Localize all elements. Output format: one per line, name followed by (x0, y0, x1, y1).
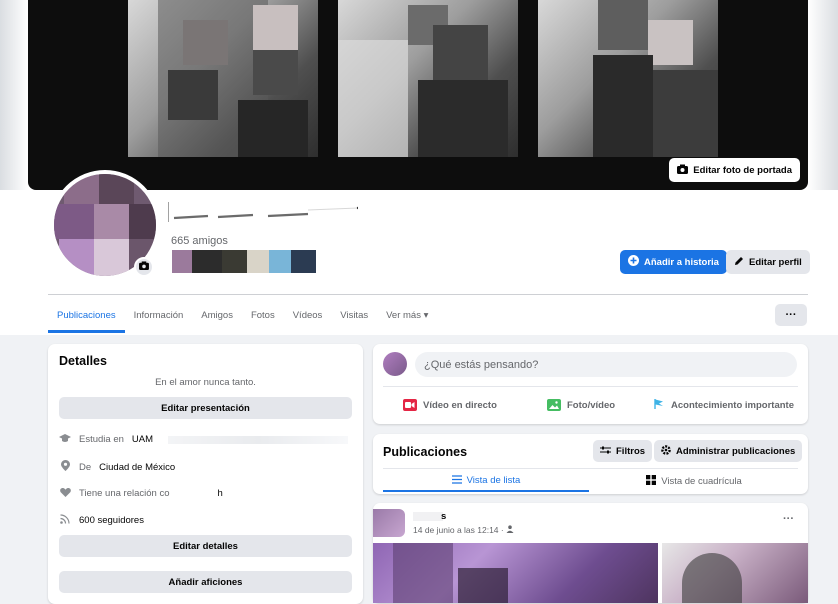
post-author-name[interactable]: s (441, 511, 446, 522)
pencil-icon (734, 256, 744, 269)
location-value[interactable]: Ciudad de México (99, 462, 175, 473)
page-shade-left (0, 0, 28, 190)
posts-header-card: Publicaciones Filtros Administrar public… (373, 434, 808, 494)
tab-publicaciones[interactable]: Publicaciones (48, 300, 125, 333)
tab-informacion[interactable]: Información (125, 300, 193, 330)
composer-input[interactable]: ¿Qué estás pensando? (415, 352, 797, 377)
composer-avatar[interactable] (383, 352, 407, 376)
followers-count[interactable]: 600 seguidores (79, 515, 144, 526)
add-hobbies-button[interactable]: Añadir aficiones (59, 571, 352, 593)
profile-tabs: Publicaciones Información Amigos Fotos V… (48, 300, 437, 334)
live-video-button[interactable]: Vídeo en directo (403, 394, 497, 416)
profile-name-redacted (167, 200, 360, 224)
friends-audience-icon (506, 525, 514, 535)
graduation-cap-icon (59, 433, 71, 446)
location-prefix: De (79, 461, 92, 473)
photo-video-button[interactable]: Foto/vídeo (547, 394, 615, 416)
friends-count[interactable]: 665 amigos (171, 235, 228, 247)
update-profile-picture-button[interactable] (134, 257, 154, 277)
edit-profile-button[interactable]: Editar perfil (726, 250, 810, 274)
edit-cover-photo-label: Editar foto de portada (693, 164, 792, 176)
bio-text: En el amor nunca tanto. (155, 377, 256, 388)
grid-view-tab[interactable]: Vista de cuadrícula (591, 471, 797, 492)
grid-view-label: Vista de cuadrícula (661, 476, 742, 487)
tab-visitas[interactable]: Visitas (331, 300, 377, 330)
edit-profile-label: Editar perfil (749, 256, 802, 268)
life-event-button[interactable]: Acontecimiento importante (653, 394, 794, 416)
sliders-icon (600, 445, 611, 458)
edit-cover-photo-button[interactable]: Editar foto de portada (669, 158, 800, 182)
tab-videos[interactable]: Vídeos (284, 300, 332, 330)
details-title: Detalles (59, 354, 107, 368)
cover-photo-panel-3 (538, 0, 718, 157)
post-author-avatar[interactable] (373, 509, 405, 537)
post-photo-2[interactable] (662, 543, 808, 603)
photo-video-label: Foto/vídeo (567, 399, 616, 411)
cover-photo-panel-2 (338, 0, 518, 157)
heart-icon (59, 487, 71, 500)
photo-icon (547, 399, 561, 411)
life-event-label: Acontecimiento importante (671, 399, 794, 411)
camera-icon (677, 164, 689, 177)
post-composer: ¿Qué estás pensando? Vídeo en directo Fo… (373, 344, 808, 424)
details-card: Detalles En el amor nunca tanto. Editar … (48, 344, 363, 604)
add-to-story-button[interactable]: Añadir a historia (620, 250, 727, 274)
list-view-tab[interactable]: Vista de lista (383, 471, 589, 492)
posts-divider (383, 468, 798, 469)
add-to-story-label: Añadir a historia (644, 256, 719, 268)
tab-ver-mas[interactable]: Ver más ▾ (377, 300, 437, 330)
header-divider (48, 294, 808, 295)
relationship-text: Tiene una relación co (79, 488, 170, 499)
manage-posts-button[interactable]: Administrar publicaciones (654, 440, 803, 462)
rss-icon (59, 514, 71, 527)
post-options-button[interactable]: ··· (783, 513, 794, 525)
list-icon (451, 474, 462, 487)
composer-divider (383, 386, 798, 387)
redaction-mark (168, 436, 348, 444)
study-prefix: Estudia en (79, 434, 124, 445)
study-value[interactable]: UAM (132, 434, 153, 445)
detail-location: De Ciudad de México (59, 460, 175, 474)
location-pin-icon (59, 460, 71, 474)
cover-photo-panel-1 (128, 0, 318, 157)
post-time-text: 14 de junio a las 12:14 · (413, 525, 507, 535)
relationship-tail[interactable]: h (217, 488, 222, 499)
gear-icon (661, 444, 671, 458)
edit-bio-button[interactable]: Editar presentación (59, 397, 352, 419)
detail-followers: 600 seguidores (59, 514, 144, 527)
list-view-label: Vista de lista (466, 475, 521, 486)
cover-photo: Editar foto de portada (28, 0, 808, 190)
filters-label: Filtros (616, 445, 646, 457)
posts-title: Publicaciones (383, 445, 468, 459)
post-timestamp[interactable]: 14 de junio a las 12:14 · (413, 525, 514, 535)
camera-icon (139, 261, 149, 273)
live-video-icon (403, 399, 417, 411)
tab-amigos[interactable]: Amigos (192, 300, 242, 330)
post-photo-1[interactable] (373, 543, 658, 603)
grid-icon (646, 475, 657, 488)
plus-circle-icon (628, 255, 639, 269)
edit-details-button[interactable]: Editar detalles (59, 535, 352, 557)
post-card: s 14 de junio a las 12:14 · ··· (373, 503, 808, 603)
live-video-label: Vídeo en directo (423, 399, 497, 411)
tab-fotos[interactable]: Fotos (242, 300, 284, 330)
profile-more-button[interactable]: ··· (775, 304, 807, 326)
friends-avatars-redacted[interactable] (172, 250, 316, 273)
detail-study: Estudia en UAM (59, 433, 153, 446)
detail-relationship: Tiene una relación co h (59, 487, 223, 500)
filters-button[interactable]: Filtros (593, 440, 653, 462)
manage-posts-label: Administrar publicaciones (676, 445, 796, 457)
page-shade-right (808, 0, 838, 190)
redaction-mark (413, 512, 443, 521)
flag-icon (653, 398, 665, 413)
